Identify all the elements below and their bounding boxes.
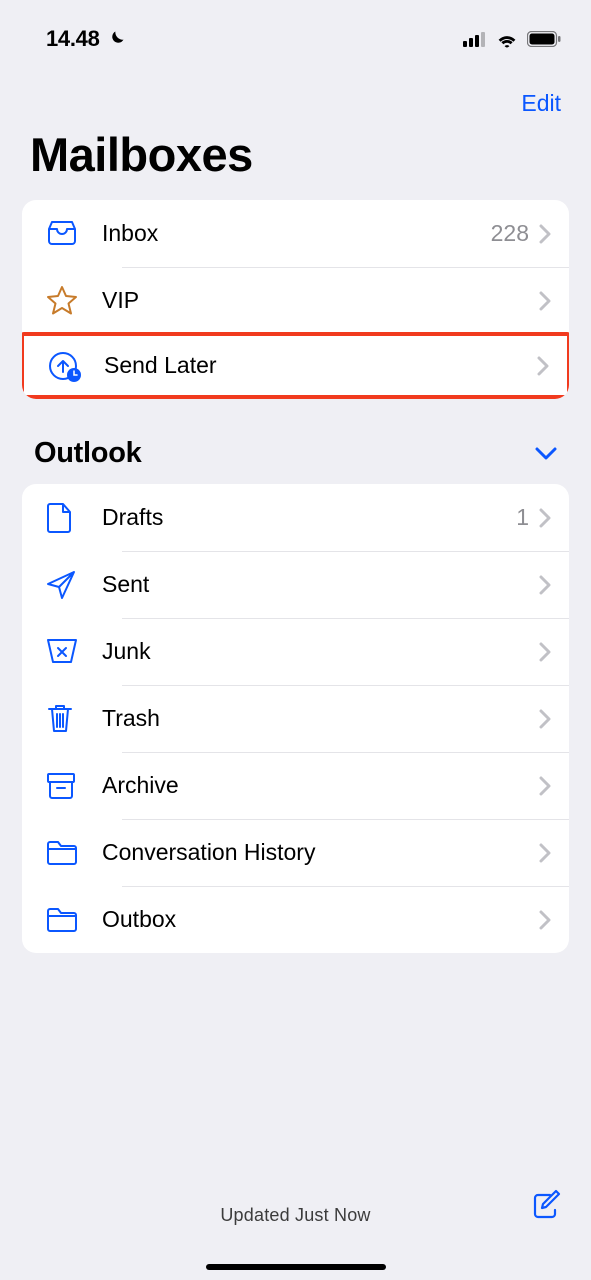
star-icon [44, 283, 94, 319]
folder-row-archive[interactable]: Archive [22, 752, 569, 819]
home-indicator[interactable] [206, 1264, 386, 1270]
mailbox-label: Inbox [94, 220, 491, 247]
trash-icon [44, 701, 94, 737]
mailbox-label: Send Later [96, 352, 537, 379]
page-title: Mailboxes [0, 127, 591, 200]
account-folders-list: Drafts 1 Sent Junk Trash [22, 484, 569, 953]
nav-bar: Edit [0, 60, 591, 127]
folder-label: Trash [94, 705, 539, 732]
edit-button[interactable]: Edit [521, 90, 561, 117]
folder-row-trash[interactable]: Trash [22, 685, 569, 752]
mailbox-row-send-later[interactable]: Send Later [22, 332, 569, 399]
folder-label: Outbox [94, 906, 539, 933]
chevron-right-icon [539, 642, 551, 662]
chevron-right-icon [539, 843, 551, 863]
status-left: 14.48 [46, 26, 126, 52]
chevron-right-icon [539, 910, 551, 930]
bottom-toolbar: Updated Just Now [0, 1150, 591, 1280]
paper-plane-icon [44, 568, 94, 602]
mailbox-row-vip[interactable]: VIP [22, 267, 569, 334]
mailbox-row-inbox[interactable]: Inbox 228 [22, 200, 569, 267]
document-icon [44, 500, 94, 536]
folder-label: Sent [94, 571, 539, 598]
chevron-right-icon [539, 224, 551, 244]
battery-icon [527, 31, 561, 47]
folder-icon [44, 905, 94, 935]
cellular-signal-icon [463, 31, 487, 47]
folder-count: 1 [516, 504, 529, 531]
mailbox-label: VIP [94, 287, 539, 314]
chevron-right-icon [539, 776, 551, 796]
mailbox-count: 228 [491, 220, 529, 247]
inbox-icon [44, 216, 94, 252]
junk-icon [44, 636, 94, 668]
folder-label: Drafts [94, 504, 516, 531]
section-header-label: Outlook [34, 437, 141, 470]
chevron-right-icon [539, 291, 551, 311]
chevron-down-icon [535, 447, 557, 461]
compose-button[interactable] [527, 1186, 563, 1222]
folder-row-conversation-history[interactable]: Conversation History [22, 819, 569, 886]
mailboxes-list: Inbox 228 VIP Send Later [22, 200, 569, 399]
status-bar: 14.48 [0, 0, 591, 60]
folder-icon [44, 838, 94, 868]
chevron-right-icon [539, 508, 551, 528]
folder-row-sent[interactable]: Sent [22, 551, 569, 618]
folder-label: Junk [94, 638, 539, 665]
wifi-icon [495, 30, 519, 48]
folder-row-outbox[interactable]: Outbox [22, 886, 569, 953]
chevron-right-icon [537, 356, 549, 376]
folder-label: Conversation History [94, 839, 539, 866]
chevron-right-icon [539, 709, 551, 729]
status-right [463, 30, 561, 48]
send-later-icon [46, 347, 96, 385]
folder-row-junk[interactable]: Junk [22, 618, 569, 685]
toolbar-status: Updated Just Now [220, 1205, 370, 1226]
account-section-header[interactable]: Outlook [0, 399, 591, 484]
status-time: 14.48 [46, 26, 100, 52]
folder-row-drafts[interactable]: Drafts 1 [22, 484, 569, 551]
folder-label: Archive [94, 772, 539, 799]
chevron-right-icon [539, 575, 551, 595]
archive-icon [44, 770, 94, 802]
dnd-moon-icon [106, 29, 126, 49]
